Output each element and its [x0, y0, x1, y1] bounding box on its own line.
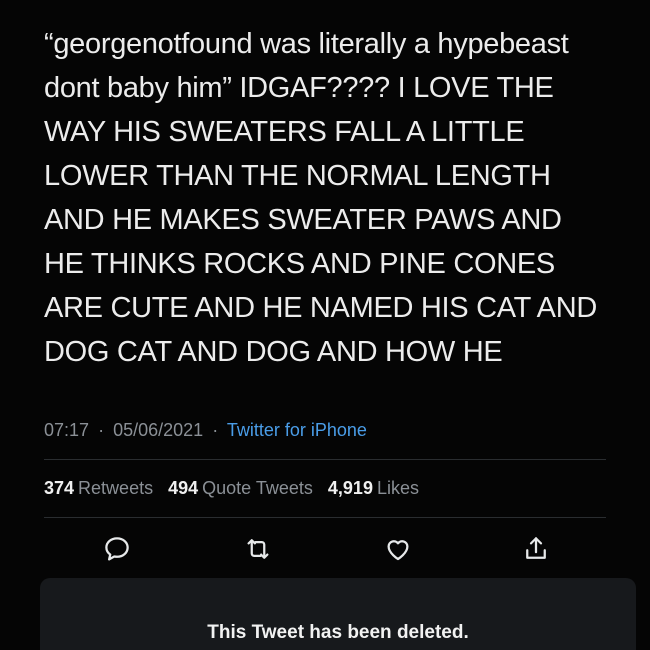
- tweet-text: “georgenotfound was literally a hypebeas…: [44, 22, 629, 374]
- retweets-label: Retweets: [78, 478, 154, 498]
- likes-label: Likes: [376, 478, 419, 498]
- deleted-tweet-text: This Tweet has been deleted.: [207, 622, 469, 643]
- retweets-stat[interactable]: 374 Retweets: [44, 478, 153, 498]
- likes-stat[interactable]: 4,919 Likes: [328, 478, 419, 498]
- reply-icon[interactable]: [102, 534, 132, 564]
- tweet-source-link[interactable]: Twitter for iPhone: [227, 420, 367, 440]
- retweet-icon[interactable]: [243, 534, 273, 564]
- tweet-line: WAY HIS SWEATERS FALL A LITTLE: [44, 116, 525, 148]
- quote-tweets-label: Quote Tweets: [202, 478, 313, 498]
- tweet-line: “georgenotfound was literally a hypebeas…: [44, 28, 569, 60]
- meta-separator: ·: [98, 420, 105, 440]
- share-icon[interactable]: [521, 534, 551, 564]
- tweet-time[interactable]: 07:17: [44, 420, 89, 440]
- meta-separator: ·: [212, 420, 219, 440]
- tweet-line: dont baby him” IDGAF???? I LOVE THE: [44, 72, 554, 104]
- deleted-tweet-notice: This Tweet has been deleted.: [40, 578, 636, 650]
- tweet-metadata: 07:17 · 05/06/2021 · Twitter for iPhone: [44, 418, 367, 442]
- tweet-line: HE THINKS ROCKS AND PINE CONES: [44, 248, 555, 280]
- tweet-line: ARE CUTE AND HE NAMED HIS CAT AND: [44, 292, 598, 324]
- tweet-date[interactable]: 05/06/2021: [113, 420, 203, 440]
- tweet-line: LOWER THAN THE NORMAL LENGTH: [44, 160, 551, 192]
- likes-count: 4,919: [327, 478, 373, 498]
- action-bar: [0, 528, 650, 568]
- like-icon[interactable]: [383, 534, 413, 564]
- divider: [44, 459, 606, 460]
- divider: [44, 517, 606, 518]
- tweet-line: AND HE MAKES SWEATER PAWS AND: [44, 204, 562, 236]
- quote-tweets-stat[interactable]: 494 Quote Tweets: [168, 478, 313, 498]
- tweet-stats: 374 Retweets 494 Quote Tweets 4,919 Likes: [44, 476, 429, 500]
- tweet-line: DOG CAT AND DOG AND HOW HE: [44, 336, 503, 368]
- tweet-screen: “georgenotfound was literally a hypebeas…: [0, 0, 650, 650]
- retweets-count: 374: [44, 478, 75, 498]
- quote-tweets-count: 494: [168, 478, 199, 498]
